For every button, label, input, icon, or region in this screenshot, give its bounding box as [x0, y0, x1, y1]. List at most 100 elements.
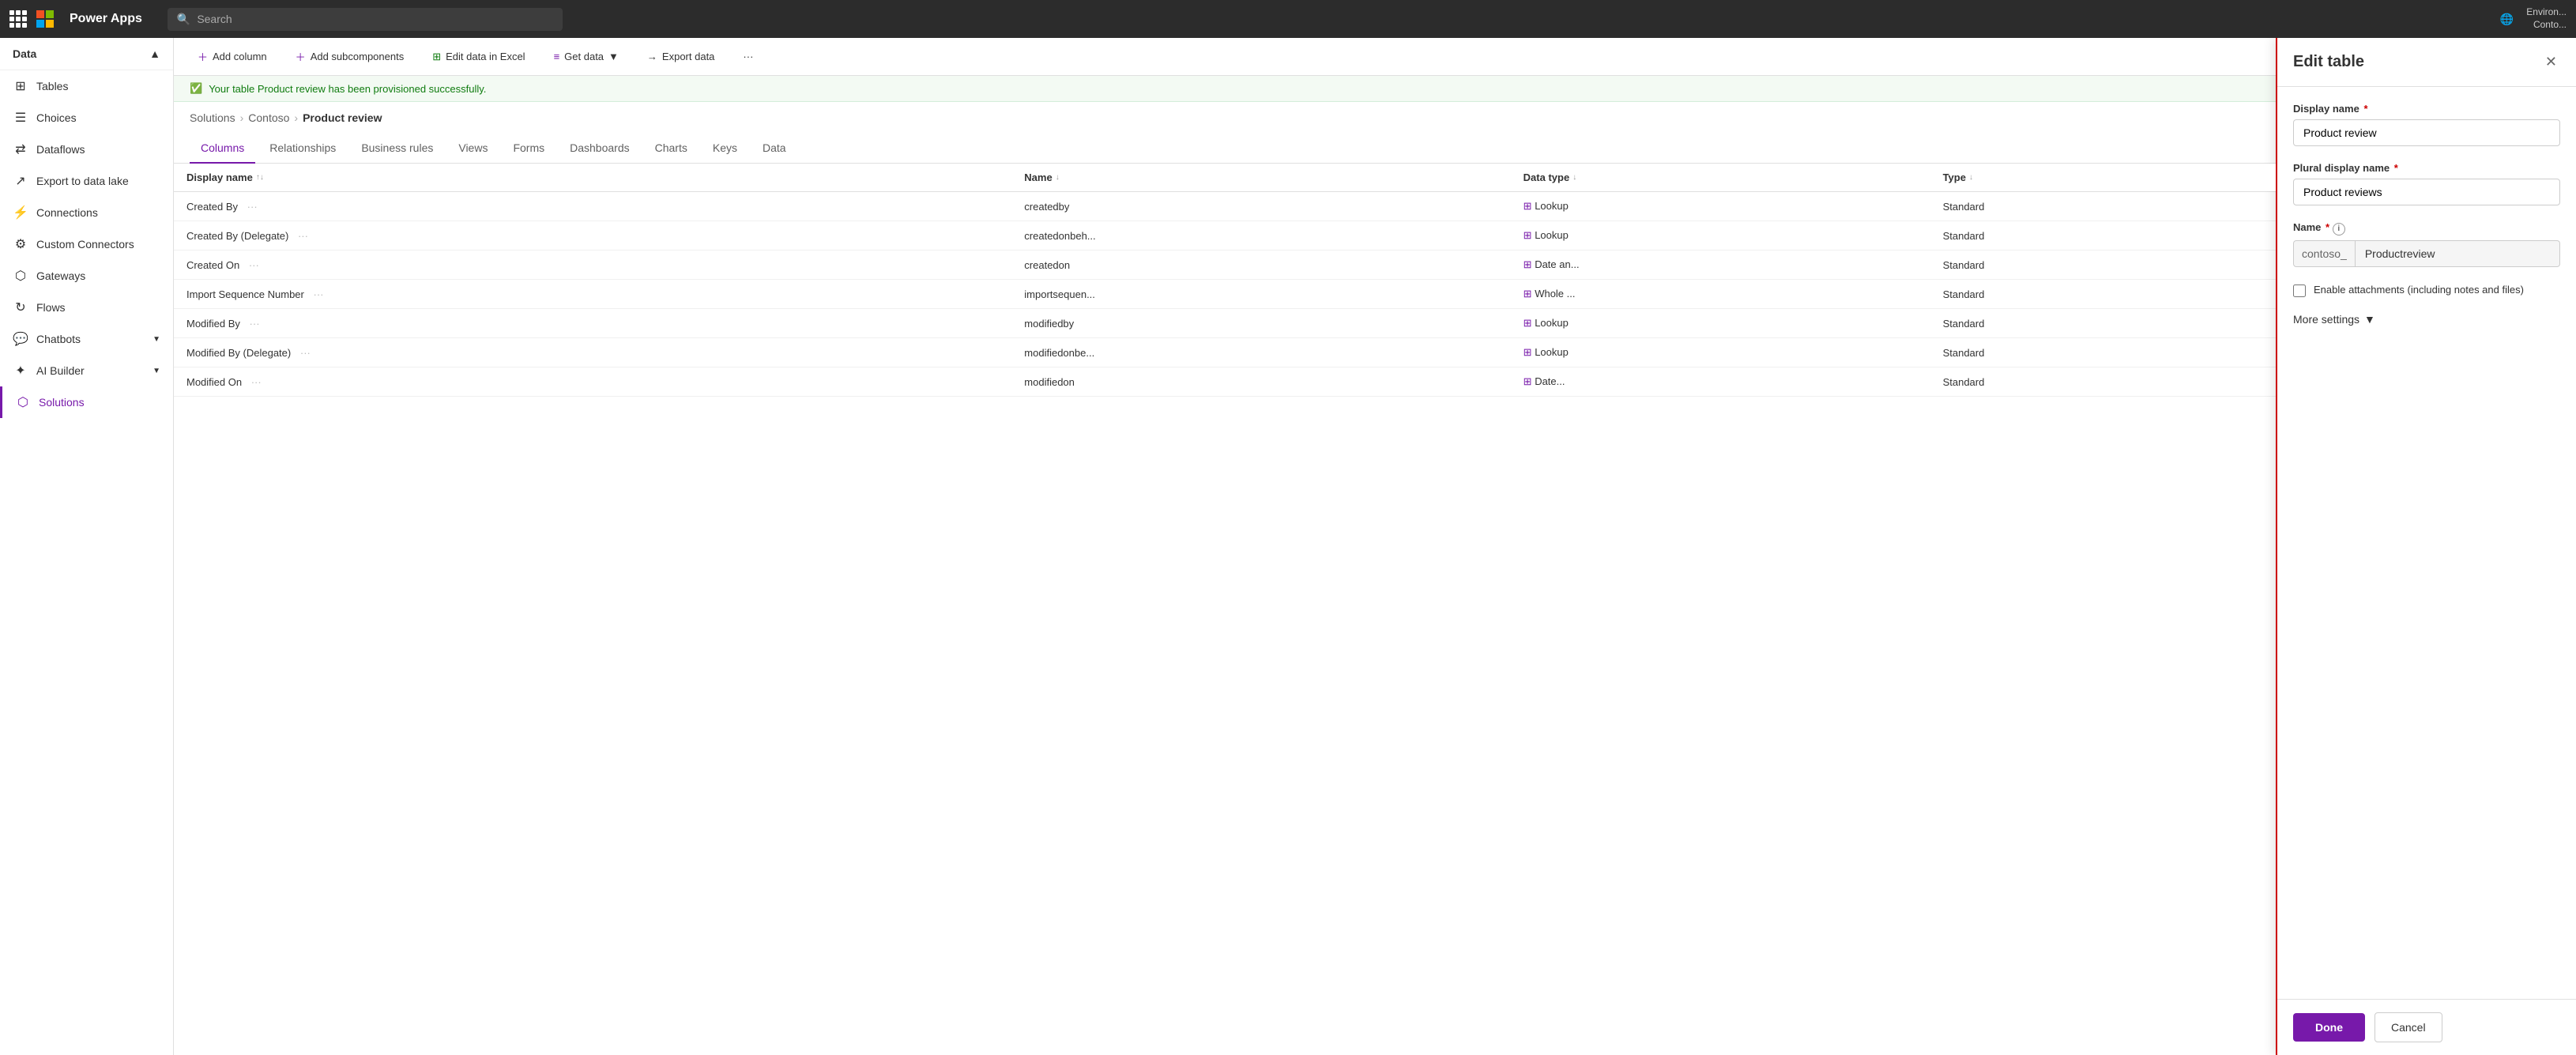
cell-display-name: Modified By ···: [174, 309, 1011, 338]
breadcrumb-sep1: ›: [240, 111, 244, 124]
content-area: ＋ Add column ＋ Add subcomponents ⊞ Edit …: [174, 38, 2276, 1055]
connections-icon: ⚡: [13, 205, 28, 220]
sidebar-item-custom-connectors[interactable]: ⚙ Custom Connectors: [0, 228, 173, 260]
tab-columns[interactable]: Columns: [190, 134, 255, 164]
cell-name: modifiedby: [1011, 309, 1510, 338]
row-dots-2[interactable]: ···: [249, 259, 259, 271]
panel-body: Display name * Plural display name * Nam…: [2277, 87, 2576, 999]
dataflows-icon: ⇄: [13, 141, 28, 157]
attachments-checkbox-row: Enable attachments (including notes and …: [2293, 283, 2560, 297]
breadcrumb-solutions[interactable]: Solutions: [190, 111, 235, 124]
success-icon: ✅: [190, 82, 202, 95]
cell-data-type: ⊞ Date an...: [1511, 251, 1930, 280]
cancel-button[interactable]: Cancel: [2375, 1012, 2442, 1042]
done-button[interactable]: Done: [2293, 1013, 2365, 1042]
data-type-icon: ⊞: [1523, 346, 1532, 358]
th-name[interactable]: Name ↓: [1011, 164, 1510, 192]
data-type-icon: ⊞: [1523, 375, 1532, 387]
sidebar-collapse-icon[interactable]: ▲: [149, 47, 160, 60]
row-dots-0[interactable]: ···: [247, 201, 258, 213]
add-column-button[interactable]: ＋ Add column: [190, 44, 275, 69]
row-dots-1[interactable]: ···: [298, 230, 308, 242]
row-dots-3[interactable]: ···: [313, 288, 323, 300]
success-message: Your table Product review has been provi…: [209, 83, 486, 95]
cell-type: Standard: [1930, 251, 2276, 280]
globe-icon: 🌐: [2500, 13, 2514, 26]
more-settings-row[interactable]: More settings ▼: [2293, 313, 2560, 326]
tab-charts[interactable]: Charts: [644, 134, 699, 164]
tab-views[interactable]: Views: [447, 134, 499, 164]
search-input[interactable]: [197, 13, 553, 25]
th-type[interactable]: Type ↓: [1930, 164, 2276, 192]
attachments-label[interactable]: Enable attachments (including notes and …: [2314, 283, 2524, 297]
sidebar-item-label: Solutions: [39, 396, 85, 409]
sidebar-item-flows[interactable]: ↻ Flows: [0, 292, 173, 323]
tab-keys[interactable]: Keys: [702, 134, 748, 164]
edit-excel-button[interactable]: ⊞ Edit data in Excel: [424, 46, 533, 68]
sidebar-item-label: Gateways: [36, 269, 85, 282]
name-info-icon[interactable]: i: [2333, 223, 2345, 235]
breadcrumb-sep2: ›: [294, 111, 298, 124]
sidebar-item-solutions[interactable]: ⬡ Solutions: [0, 386, 173, 418]
display-name-input[interactable]: [2293, 119, 2560, 146]
cell-data-type: ⊞ Whole ...: [1511, 280, 1930, 309]
cell-data-type: ⊞ Date...: [1511, 367, 1930, 397]
table-row: Import Sequence Number ··· importsequen.…: [174, 280, 2276, 309]
breadcrumb-contoso[interactable]: Contoso: [248, 111, 289, 124]
tab-relationships[interactable]: Relationships: [258, 134, 347, 164]
tab-dashboards[interactable]: Dashboards: [559, 134, 641, 164]
row-dots-6[interactable]: ···: [251, 376, 262, 388]
sidebar-item-ai-builder[interactable]: ✦ AI Builder ▼: [0, 355, 173, 386]
sidebar-item-chatbots[interactable]: 💬 Chatbots ▼: [0, 323, 173, 355]
sidebar-item-gateways[interactable]: ⬡ Gateways: [0, 260, 173, 292]
tab-data[interactable]: Data: [751, 134, 797, 164]
tab-business-rules[interactable]: Business rules: [350, 134, 444, 164]
th-display-name[interactable]: Display name ↑↓: [174, 164, 1011, 192]
add-subcomponents-button[interactable]: ＋ Add subcomponents: [288, 44, 412, 69]
more-options-icon: ···: [743, 51, 753, 62]
tabs-bar: Columns Relationships Business rules Vie…: [174, 134, 2276, 164]
get-data-icon: ≡: [554, 51, 560, 62]
plural-name-input[interactable]: [2293, 179, 2560, 205]
panel-close-button[interactable]: ✕: [2542, 51, 2560, 73]
sidebar-item-choices[interactable]: ☰ Choices: [0, 102, 173, 134]
waffle-menu[interactable]: [9, 10, 27, 28]
flows-icon: ↻: [13, 300, 28, 315]
sidebar-item-dataflows[interactable]: ⇄ Dataflows: [0, 134, 173, 165]
export-data-button[interactable]: → Export data: [639, 46, 723, 67]
display-name-field: Display name *: [2293, 103, 2560, 146]
sidebar-item-export[interactable]: ↗ Export to data lake: [0, 165, 173, 197]
app-name: Power Apps: [70, 12, 142, 26]
ai-builder-chevron: ▼: [153, 367, 160, 375]
get-data-button[interactable]: ≡ Get data ▼: [546, 46, 627, 67]
attachments-checkbox[interactable]: [2293, 284, 2306, 297]
panel-header: Edit table ✕: [2277, 38, 2576, 87]
cell-display-name: Modified By (Delegate) ···: [174, 338, 1011, 367]
cell-display-name: Created On ···: [174, 251, 1011, 280]
table-row: Modified By ··· modifiedby ⊞ Lookup Stan…: [174, 309, 2276, 338]
table-row: Created By ··· createdby ⊞ Lookup Standa…: [174, 192, 2276, 221]
sort-icon-type: ↓: [1969, 173, 1973, 182]
cell-name: modifiedon: [1011, 367, 1510, 397]
data-type-icon: ⊞: [1523, 317, 1532, 329]
breadcrumb-current: Product review: [303, 111, 382, 124]
get-data-chevron: ▼: [608, 51, 619, 62]
cell-type: Standard: [1930, 221, 2276, 251]
sidebar-item-tables[interactable]: ⊞ Tables: [0, 70, 173, 102]
row-dots-5[interactable]: ···: [300, 347, 311, 359]
sidebar-item-connections[interactable]: ⚡ Connections: [0, 197, 173, 228]
export-icon: ↗: [13, 173, 28, 189]
tab-forms[interactable]: Forms: [502, 134, 555, 164]
sidebar-section-data[interactable]: Data ▲: [0, 38, 173, 70]
name-field: Name * i contoso_ Productreview: [2293, 221, 2560, 267]
search-bar[interactable]: 🔍: [168, 8, 563, 31]
more-settings-chevron: ▼: [2364, 313, 2375, 326]
cell-data-type: ⊞ Lookup: [1511, 338, 1930, 367]
cell-data-type: ⊞ Lookup: [1511, 192, 1930, 221]
th-data-type[interactable]: Data type ↓: [1511, 164, 1930, 192]
more-options-button[interactable]: ···: [735, 46, 761, 67]
cell-display-name: Created By (Delegate) ···: [174, 221, 1011, 251]
cell-name: modifiedonbe...: [1011, 338, 1510, 367]
row-dots-4[interactable]: ···: [250, 318, 260, 330]
choices-icon: ☰: [13, 110, 28, 126]
